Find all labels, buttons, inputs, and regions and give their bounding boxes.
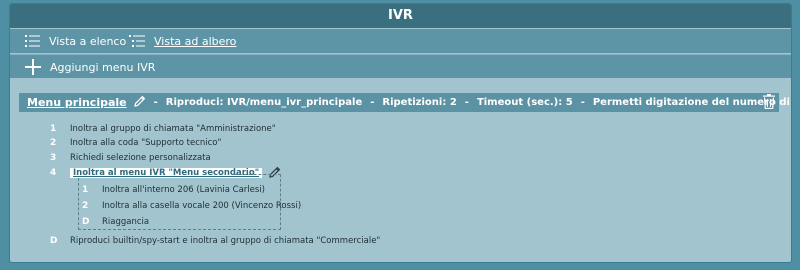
item-action: Inoltra all'interno 206 (Lavinia Carlesi…: [102, 185, 265, 195]
item-action: Riproduci builtin/spy-start e inoltra al…: [70, 236, 381, 246]
item-action: Inoltra alla casella vocale 200 (Vincenz…: [102, 201, 302, 211]
header-separator: -: [464, 97, 469, 108]
header-separator: -: [153, 97, 158, 108]
list-item: D Riproduci builtin/spy-start e inoltra …: [50, 234, 380, 248]
list-item: 3 Richiedi selezione personalizzata: [50, 151, 211, 165]
list-item: 1 Inoltra all'interno 206 (Lavinia Carle…: [82, 183, 265, 197]
item-key: 2: [50, 138, 57, 148]
tree-icon: [129, 35, 145, 47]
item-action: Riaggancia: [102, 217, 150, 227]
actions-toolbar: Aggiungi menu IVR: [10, 54, 791, 78]
plus-icon: [25, 59, 41, 75]
item-key: 3: [50, 153, 57, 163]
header-separator: -: [580, 97, 585, 108]
item-key: 2: [82, 201, 89, 211]
list-item: 2 Inoltra alla casella vocale 200 (Vince…: [82, 199, 301, 213]
play-info: Riproduci: IVR/menu_ivr_principale: [165, 97, 363, 108]
item-key: 1: [82, 185, 89, 195]
ivr-panel: IVR Vista a elenco Vista ad albero Aggiu…: [9, 3, 792, 263]
add-ivr-menu-label: Aggiungi menu IVR: [50, 60, 156, 74]
item-action: Inoltra alla coda "Supporto tecnico": [70, 138, 222, 148]
list-view-button[interactable]: Vista a elenco: [25, 29, 126, 53]
pencil-icon[interactable]: [133, 95, 146, 110]
list-icon: [25, 35, 40, 47]
submenu-link[interactable]: Inoltra al menu IVR "Menu secondario": [70, 168, 263, 178]
view-toolbar: Vista a elenco Vista ad albero: [10, 29, 791, 53]
repetitions-info: Ripetizioni: 2: [382, 97, 457, 108]
main-menu-header: Menu principale - Riproduci: IVR/menu_iv…: [19, 93, 791, 112]
list-view-label: Vista a elenco: [49, 34, 127, 48]
window-title: IVR: [10, 4, 791, 28]
submenu-box-border: [234, 174, 281, 175]
item-key: 1: [50, 124, 57, 134]
item-action: Inoltra al gruppo di chiamata "Amministr…: [70, 124, 276, 134]
item-key: 4: [50, 168, 57, 178]
list-item: D Riaggancia: [82, 215, 149, 229]
tree-view-button[interactable]: Vista ad albero: [129, 29, 236, 53]
tree-view-label: Vista ad albero: [154, 34, 237, 48]
item-key: D: [82, 217, 90, 227]
main-menu-name-link[interactable]: Menu principale: [27, 96, 127, 109]
item-key: D: [50, 236, 58, 246]
list-item: 2 Inoltra alla coda "Supporto tecnico": [50, 136, 221, 150]
list-item: 1 Inoltra al gruppo di chiamata "Amminis…: [50, 122, 276, 136]
trash-icon[interactable]: [763, 94, 775, 112]
timeout-info: Timeout (sec.): 5: [476, 97, 573, 108]
item-action: Richiedi selezione personalizzata: [70, 153, 211, 163]
add-ivr-menu-button[interactable]: Aggiungi menu IVR: [25, 55, 155, 79]
header-separator: -: [370, 97, 375, 108]
